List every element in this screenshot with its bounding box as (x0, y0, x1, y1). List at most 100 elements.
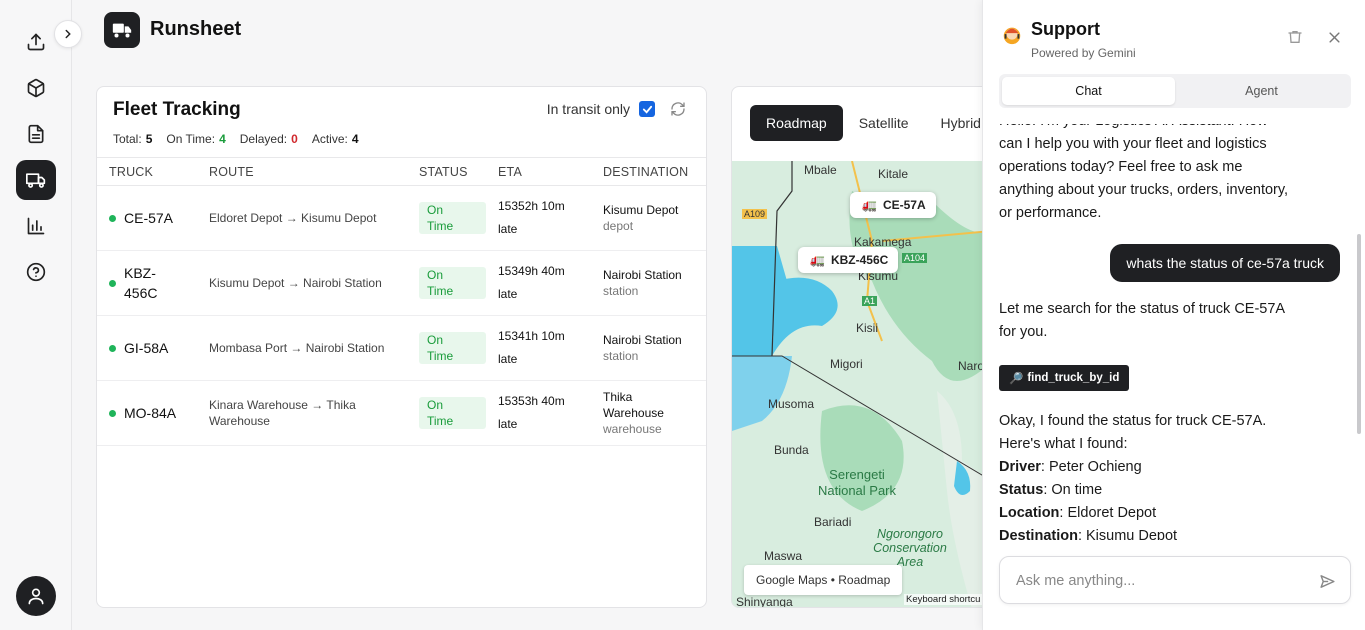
package-icon (27, 78, 45, 98)
map-place-label: Migori (830, 357, 863, 371)
table-row[interactable]: GI-58A Mombasa Port → Nairobi Station On… (97, 315, 706, 381)
status-badge: On Time (419, 331, 486, 364)
tab-chat[interactable]: Chat (1002, 77, 1175, 105)
fleet-stats: Total: 5 On Time: 4 Delayed: 0 Active: 4 (113, 132, 359, 146)
eta: 15341h 10m late (498, 329, 565, 366)
app-logo (104, 12, 140, 48)
col-truck: TRUCK (97, 157, 197, 186)
help-nav-button[interactable] (16, 252, 56, 292)
close-icon[interactable] (1327, 30, 1342, 45)
orders-nav-button[interactable] (16, 114, 56, 154)
truck-marker[interactable]: 🚛 CE-57A (850, 192, 936, 218)
table-row[interactable]: CE-57A Eldoret Depot → Kisumu Depot On T… (97, 185, 706, 251)
support-panel: Support Powered by Gemini Chat Agent Hel… (982, 0, 1365, 630)
truck-id: KBZ-456C (109, 263, 197, 303)
map-card: Roadmap Satellite Hybrid Mbale Kitale Ka… (731, 86, 991, 608)
in-transit-filter[interactable]: In transit only (547, 101, 655, 117)
user-avatar-button[interactable] (16, 576, 56, 616)
status-badge: On Time (419, 396, 486, 429)
assistant-message: Let me search for the status of truck CE… (999, 301, 1285, 340)
analytics-nav-button[interactable] (16, 206, 56, 246)
support-tabs: Chat Agent (999, 74, 1351, 108)
user-message: whats the status of ce-57a truck (1110, 244, 1340, 282)
road-label: A1 (862, 296, 878, 306)
tab-satellite[interactable]: Satellite (843, 105, 925, 141)
map-place-label: Shinyanga (736, 595, 793, 608)
fleet-title: Fleet Tracking (113, 99, 241, 120)
eta: 15353h 40m late (498, 394, 565, 431)
destination: Thika Warehouse warehouse (603, 390, 664, 436)
map-place-label: Maswa (764, 549, 803, 563)
route: Kisumu Depot → Nairobi Station (209, 276, 382, 290)
document-icon (28, 124, 44, 144)
in-transit-checkbox[interactable] (639, 101, 655, 117)
left-sidebar (0, 0, 72, 630)
status-dot (109, 279, 116, 287)
truck-id: MO-84A (109, 405, 197, 421)
assistant-message: Hello! I'm your Logistics AI Assistant. … (999, 124, 1289, 221)
user-icon (28, 588, 44, 605)
eta: 15349h 40m late (498, 264, 565, 301)
keyboard-shortcuts-link[interactable]: Keyboard shortcu (904, 594, 983, 605)
chat-input-box[interactable] (999, 556, 1351, 604)
route: Kinara Warehouse → Thika Warehouse (209, 398, 356, 428)
status-dot (109, 409, 116, 417)
map-place-label: Kitale (878, 167, 909, 181)
status-badge: On Time (419, 266, 486, 299)
truck-marker-icon: 🚛 (810, 253, 825, 267)
destination: Nairobi Station station (603, 333, 682, 363)
eta: 15352h 10m late (498, 199, 565, 236)
truck-marker[interactable]: 🚛 KBZ-456C (798, 247, 899, 273)
map-park-label: Serengeti National Park (817, 467, 897, 498)
detail-line: Status: On time (999, 482, 1103, 498)
table-row[interactable]: MO-84A Kinara Warehouse → Thika Warehous… (97, 380, 706, 446)
tab-agent[interactable]: Agent (1175, 77, 1348, 105)
trash-icon[interactable] (1287, 29, 1303, 45)
support-subtitle: Powered by Gemini (1031, 46, 1136, 60)
route: Eldoret Depot → Kisumu Depot (209, 211, 377, 225)
chat-input[interactable] (1016, 571, 1306, 591)
detail-line: Destination: Kisumu Depot (999, 528, 1178, 540)
upload-nav-button[interactable] (16, 22, 56, 62)
truck-icon (26, 173, 46, 188)
sidebar-expand-button[interactable] (54, 20, 82, 48)
map-view[interactable]: Mbale Kitale Kakamega Kisumu Kisii Migor… (732, 161, 990, 608)
check-icon (642, 105, 652, 114)
help-icon (26, 262, 46, 282)
destination: Nairobi Station station (603, 268, 682, 298)
refresh-icon[interactable] (670, 101, 686, 117)
detail-line: Location: Eldoret Depot (999, 505, 1157, 521)
send-icon[interactable] (1319, 573, 1336, 590)
map-type-tabs: Roadmap Satellite Hybrid (750, 105, 990, 141)
road-label: A104 (902, 253, 928, 263)
map-place-label: Mbale (804, 163, 837, 177)
support-avatar-icon (1003, 27, 1021, 45)
fleet-nav-button[interactable] (16, 160, 56, 200)
stat-active: Active: 4 (311, 132, 359, 146)
chevron-right-icon (65, 29, 71, 39)
map-place-label: Musoma (768, 397, 815, 411)
status-dot (109, 344, 116, 352)
support-title: Support (1031, 19, 1100, 39)
inventory-nav-button[interactable] (16, 68, 56, 108)
map-caption: Google Maps • Roadmap (744, 565, 903, 595)
map-park-label: Ngorongoro Conservation Area (873, 527, 947, 569)
map-place-label: Bunda (774, 443, 809, 457)
tool-call-chip: 🔎 find_truck_by_id (999, 365, 1130, 391)
bar-chart-icon (27, 217, 45, 235)
fleet-table: TRUCK ROUTE STATUS ETA DESTINATION CE-57… (97, 157, 706, 446)
map-place-label: Kisii (856, 321, 879, 335)
chat-messages[interactable]: Hello! I'm your Logistics AI Assistant. … (983, 124, 1365, 540)
destination: Kisumu Depot depot (603, 203, 679, 233)
map-place-label: Bariadi (814, 515, 852, 529)
status-badge: On Time (419, 201, 486, 234)
assistant-message: Okay, I found the status for truck CE-57… (999, 410, 1289, 540)
table-row[interactable]: KBZ-456C Kisumu Depot → Nairobi Station … (97, 250, 706, 316)
app-title: Runsheet (150, 18, 242, 40)
detail-line: Driver: Peter Ochieng (999, 459, 1142, 475)
road-label: A109 (742, 209, 768, 219)
chat-scrollbar[interactable] (1357, 234, 1361, 434)
tab-roadmap[interactable]: Roadmap (750, 105, 843, 141)
truck-id: GI-58A (109, 340, 197, 356)
col-route: ROUTE (197, 157, 407, 186)
